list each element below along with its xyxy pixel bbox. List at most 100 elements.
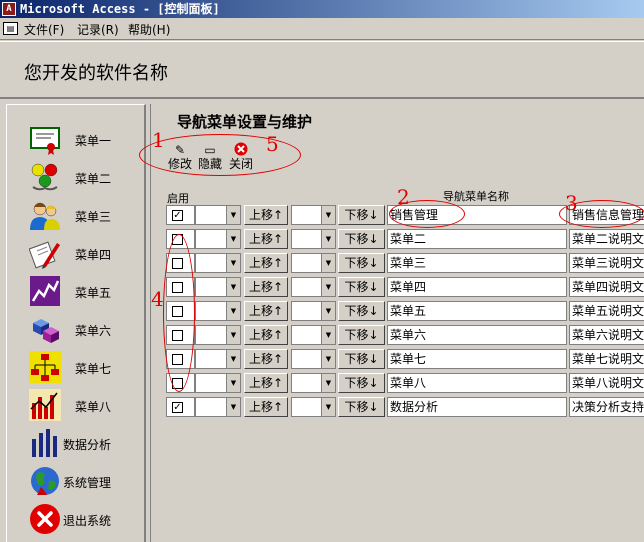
move-down-button[interactable]: 下移↓ [338, 349, 385, 369]
menu-name-field[interactable]: 菜单四 [387, 277, 567, 297]
order-combo[interactable]: ▼ [291, 253, 336, 273]
menu-desc-field[interactable]: 菜单六说明文字 [569, 325, 644, 345]
move-up-button[interactable]: 上移↑ [244, 349, 288, 369]
move-down-button[interactable]: 下移↓ [338, 397, 385, 417]
order-combo[interactable]: ▼ [291, 325, 336, 345]
dropdown-arrow-icon: ▼ [321, 230, 335, 248]
menu-name-field[interactable]: 数据分析 [387, 397, 567, 417]
move-down-button[interactable]: 下移↓ [338, 301, 385, 321]
dropdown-arrow-icon: ▼ [321, 374, 335, 392]
position-combo[interactable]: ▼ [195, 205, 241, 225]
order-combo[interactable]: ▼ [291, 349, 336, 369]
dropdown-arrow-icon: ▼ [321, 302, 335, 320]
dropdown-arrow-icon: ▼ [321, 350, 335, 368]
move-up-button[interactable]: 上移↑ [244, 205, 288, 225]
menu-name-field[interactable]: 菜单五 [387, 301, 567, 321]
annotation-ellipse-toolbar [139, 134, 301, 176]
menu-desc-field[interactable]: 菜单五说明文字 [569, 301, 644, 321]
move-up-button[interactable]: 上移↑ [244, 253, 288, 273]
sidebar-item-menu4[interactable]: 菜单四 [7, 235, 145, 271]
menu-desc-field[interactable]: 菜单三说明文字 [569, 253, 644, 273]
order-combo[interactable]: ▼ [291, 301, 336, 321]
enabled-checkbox[interactable]: ✓ [166, 397, 195, 417]
order-combo[interactable]: ▼ [291, 397, 336, 417]
access-app-icon[interactable]: A [2, 2, 16, 16]
notepad-pen-icon [29, 241, 60, 269]
form-system-icon[interactable]: ▤ [3, 22, 18, 35]
dropdown-arrow-icon: ▼ [226, 350, 240, 368]
sidebar-item-label: 菜单一 [75, 134, 112, 148]
sidebar-item-label: 菜单六 [75, 324, 112, 338]
order-combo[interactable]: ▼ [291, 373, 336, 393]
line-chart-icon [30, 276, 60, 306]
order-combo[interactable]: ▼ [291, 229, 336, 249]
menu-name-field[interactable]: 菜单八 [387, 373, 567, 393]
position-combo[interactable]: ▼ [195, 325, 241, 345]
move-up-button[interactable]: 上移↑ [244, 229, 288, 249]
position-combo[interactable]: ▼ [195, 397, 241, 417]
sidebar-item-menu2[interactable]: 菜单二 [7, 159, 145, 195]
move-up-button[interactable]: 上移↑ [244, 277, 288, 297]
exit-icon [30, 504, 60, 534]
menu-desc-field[interactable]: 菜单八说明文字 [569, 373, 644, 393]
checkbox-mark: ✓ [172, 402, 183, 413]
menu-name-field[interactable]: 菜单二 [387, 229, 567, 249]
sidebar-item-menu5[interactable]: 菜单五 [7, 273, 145, 309]
menu-desc-field[interactable]: 决策分析支持 [569, 397, 644, 417]
sidebar-item-menu1[interactable]: 菜单一 [7, 121, 145, 157]
move-up-button[interactable]: 上移↑ [244, 325, 288, 345]
position-combo[interactable]: ▼ [195, 253, 241, 273]
position-combo[interactable]: ▼ [195, 349, 241, 369]
position-combo[interactable]: ▼ [195, 277, 241, 297]
sidebar-item-data-analysis[interactable]: 数据分析 [7, 425, 145, 461]
sidebar-item-menu8[interactable]: 菜单八 [7, 387, 145, 423]
menu-file[interactable]: 文件(F) [24, 21, 64, 38]
order-combo[interactable]: ▼ [291, 277, 336, 297]
menu-record[interactable]: 记录(R) [77, 21, 119, 38]
move-down-button[interactable]: 下移↓ [338, 373, 385, 393]
move-down-button[interactable]: 下移↓ [338, 253, 385, 273]
menu-name-field[interactable]: 菜单七 [387, 349, 567, 369]
order-combo[interactable]: ▼ [291, 205, 336, 225]
sidebar-item-menu7[interactable]: 菜单七 [7, 349, 145, 385]
move-down-button[interactable]: 下移↓ [338, 277, 385, 297]
dropdown-arrow-icon: ▼ [321, 278, 335, 296]
move-down-button[interactable]: 下移↓ [338, 229, 385, 249]
menu-desc-field[interactable]: 菜单四说明文字 [569, 277, 644, 297]
sidebar-item-system[interactable]: 系统管理 [7, 463, 145, 499]
sidebar-item-label: 退出系统 [63, 514, 112, 528]
dropdown-arrow-icon: ▼ [226, 374, 240, 392]
sidebar-item-label: 菜单七 [75, 362, 112, 376]
people-icon [30, 202, 60, 230]
checkbox-mark: ✓ [172, 210, 183, 221]
position-combo[interactable]: ▼ [195, 301, 241, 321]
menu-name-field[interactable]: 菜单三 [387, 253, 567, 273]
annotation-ellipse-desc [559, 200, 644, 228]
move-down-button[interactable]: 下移↓ [338, 205, 385, 225]
enabled-checkbox[interactable]: ✓ [166, 205, 195, 225]
move-up-button[interactable]: 上移↑ [244, 373, 288, 393]
table-row: ▼上移↑▼下移↓菜单二菜单二说明文字 [161, 228, 644, 250]
position-combo[interactable]: ▼ [195, 229, 241, 249]
position-combo[interactable]: ▼ [195, 373, 241, 393]
sidebar: 菜单一 菜单二 菜单三 菜单四 菜单五 菜单六 菜单七 菜单八 数据分析 系统管… [6, 104, 146, 542]
table-row: ▼上移↑▼下移↓菜单八菜单八说明文字 [161, 372, 644, 394]
dropdown-arrow-icon: ▼ [321, 254, 335, 272]
move-down-button[interactable]: 下移↓ [338, 325, 385, 345]
dropdown-arrow-icon: ▼ [226, 398, 240, 416]
sidebar-item-label: 菜单四 [75, 248, 112, 262]
dropdown-arrow-icon: ▼ [226, 278, 240, 296]
menu-help[interactable]: 帮助(H) [128, 21, 170, 38]
sidebar-item-label: 菜单八 [75, 400, 112, 414]
sidebar-item-menu6[interactable]: 菜单六 [7, 311, 145, 347]
menu-name-field[interactable]: 菜单六 [387, 325, 567, 345]
move-up-button[interactable]: 上移↑ [244, 301, 288, 321]
sidebar-item-menu3[interactable]: 菜单三 [7, 197, 145, 233]
sidebar-item-exit[interactable]: 退出系统 [7, 501, 145, 537]
molecules-icon [31, 163, 58, 191]
cubes-icon [33, 319, 59, 343]
app-header: 您开发的软件名称 [0, 41, 644, 99]
move-up-button[interactable]: 上移↑ [244, 397, 288, 417]
menu-desc-field[interactable]: 菜单七说明文字 [569, 349, 644, 369]
menu-desc-field[interactable]: 菜单二说明文字 [569, 229, 644, 249]
